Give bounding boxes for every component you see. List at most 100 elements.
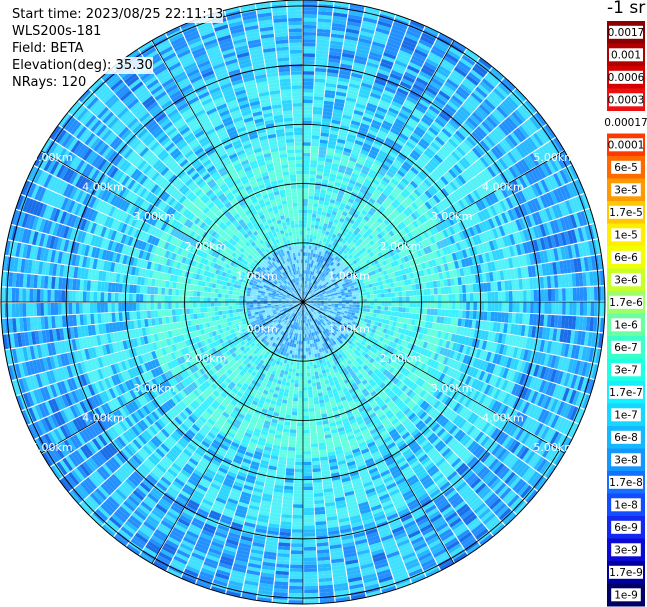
ppi-cell (207, 307, 212, 312)
ppi-cell (294, 354, 298, 359)
ppi-cell (236, 312, 241, 316)
ppi-cell (494, 302, 499, 312)
ppi-cell (586, 302, 591, 316)
ppi-cell (293, 393, 299, 398)
ppi-cell (355, 310, 360, 314)
ppi-cell (132, 311, 137, 320)
ppi-cell (558, 302, 563, 315)
ppi-cell (293, 486, 303, 491)
ppi-cell (459, 302, 463, 310)
ppi-cell (297, 337, 300, 341)
ppi-cell (292, 518, 303, 523)
ppi-cell (306, 358, 310, 363)
ppi-cell (430, 302, 435, 309)
ppi-cell (291, 408, 298, 412)
ppi-cell (455, 310, 460, 318)
ppi-cell (256, 304, 261, 307)
ppi-cell (497, 312, 502, 322)
ppi-cell (526, 302, 531, 313)
ppi-cell (291, 532, 303, 537)
ppi-cell (405, 307, 410, 313)
ppi-cell (221, 310, 226, 315)
ppi-cell (303, 401, 309, 405)
ppi-cell (331, 303, 335, 306)
ppi-cell (387, 310, 392, 316)
ppi-cell (189, 308, 194, 314)
ppi-cell (491, 302, 495, 312)
ppi-cell (569, 302, 573, 316)
ppi-cell (242, 305, 247, 309)
ppi-cell (298, 383, 303, 388)
ppi-cell (305, 340, 308, 345)
ppi-cell (305, 347, 309, 352)
ppi-cell (306, 365, 311, 370)
ppi-cell (284, 385, 290, 390)
ppi-cell (283, 489, 294, 494)
ppi-cell (402, 302, 406, 307)
ppi-cell (292, 522, 303, 526)
ppi-cell (293, 361, 297, 366)
ppi-cell (136, 311, 141, 320)
ppi-cell (289, 575, 303, 580)
ppi-cell (291, 415, 297, 420)
ppi-cell (288, 589, 303, 594)
ppi-cell (304, 550, 317, 555)
ppi-cell (447, 309, 452, 317)
ppi-cell (286, 378, 291, 383)
ppi-cell (388, 302, 392, 307)
ppi-cell (210, 307, 215, 312)
ppi-cell (228, 306, 233, 310)
ppi-cell (253, 304, 258, 308)
ppi-cell (303, 433, 311, 437)
ppi-cell (405, 302, 410, 308)
ppi-cell (433, 308, 438, 316)
ppi-cell (303, 412, 309, 416)
ppi-cell (295, 347, 299, 352)
ppi-cell (576, 302, 581, 316)
ppi-cell (311, 446, 319, 451)
ppi-cell (185, 308, 190, 315)
ppi-cell (294, 475, 303, 480)
ppi-cell (303, 394, 308, 398)
ppi-cell (390, 311, 395, 317)
ppi-cell (300, 358, 303, 363)
ppi-cell (310, 425, 317, 430)
ppi-cell (303, 490, 313, 494)
ppi-cell (307, 340, 310, 345)
ppi-cell (296, 362, 300, 366)
ppi-cell (394, 311, 399, 317)
ppi-cell (338, 303, 342, 306)
ppi-cell (303, 511, 315, 516)
ppi-cell (308, 354, 312, 359)
ppi-cell (235, 308, 240, 313)
ppi-cell (282, 500, 293, 505)
ppi-cell (533, 302, 538, 314)
ppi-cell (312, 361, 317, 366)
ppi-cell (260, 306, 265, 309)
ppi-cell (583, 302, 588, 316)
ppi-cell (448, 302, 453, 310)
ppi-cell (373, 309, 378, 314)
ppi-cell (193, 313, 198, 320)
ppi-cell (314, 403, 320, 408)
ppi-cell (303, 536, 316, 540)
ppi-cell (290, 361, 294, 366)
ppi-cell (562, 302, 566, 315)
ppi-cell (341, 304, 346, 307)
ppi-cell (303, 443, 311, 448)
ppi-cell (377, 305, 382, 310)
ppi-cell (291, 543, 303, 548)
ppi-cell (289, 436, 296, 441)
ppi-cell (315, 360, 320, 365)
ppi-cell (466, 302, 470, 311)
ppi-cell (300, 355, 303, 359)
ppi-cell (299, 380, 303, 384)
ppi-cell (579, 302, 584, 316)
ppi-cell (308, 390, 313, 395)
ppi-cell (309, 358, 313, 362)
ppi-cell (290, 379, 295, 384)
ppi-cell (355, 307, 360, 311)
ppi-cell (168, 309, 173, 317)
ppi-cell (297, 415, 303, 420)
ppi-cell (303, 376, 308, 381)
